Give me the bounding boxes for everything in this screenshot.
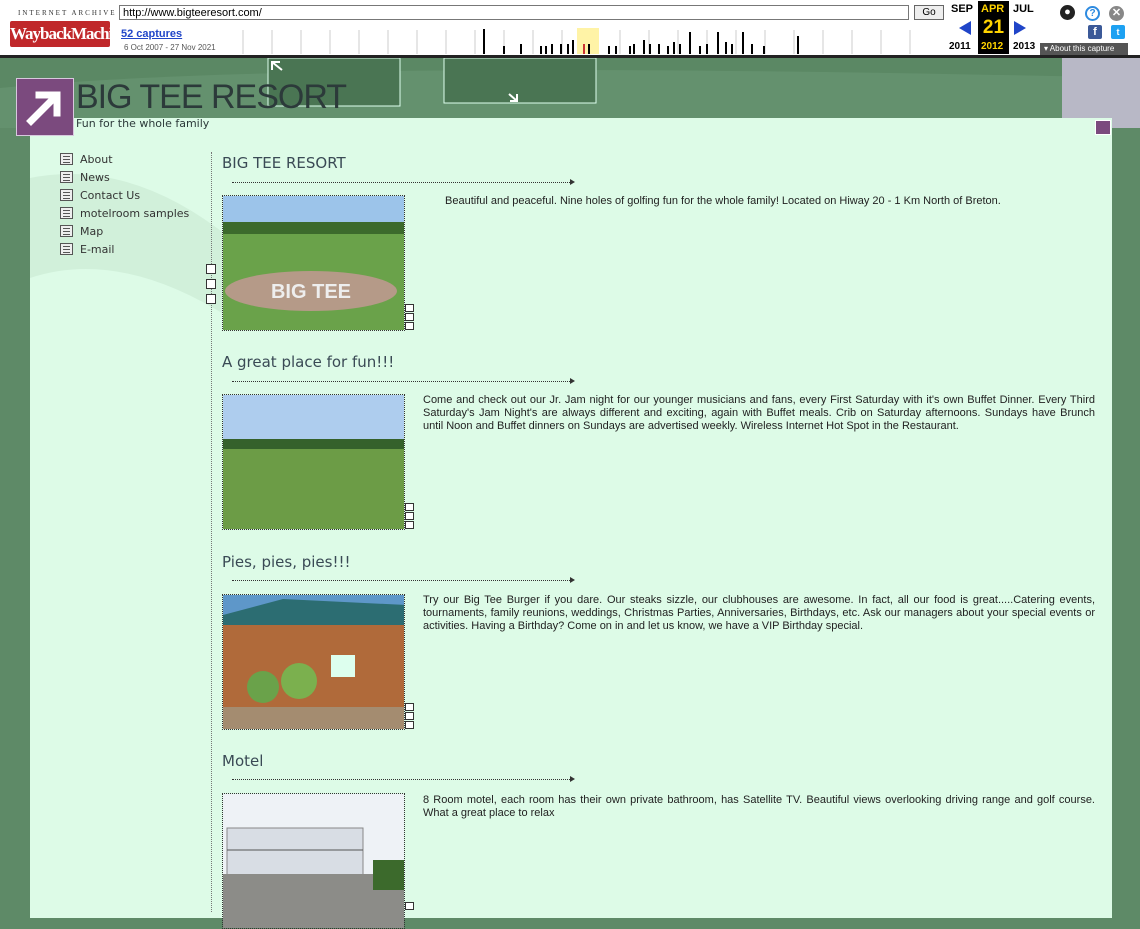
close-small-icon[interactable] (405, 902, 414, 910)
section-divider (232, 577, 575, 583)
nav-item-email[interactable]: E-mail (52, 240, 189, 258)
nav-item-label: Contact Us (80, 188, 141, 202)
section-title: Motel (222, 752, 264, 770)
nav-item-label: About (80, 152, 113, 166)
wayback-next-year[interactable]: 2013 (1013, 41, 1035, 52)
wayback-current-year: 2012 (981, 41, 1004, 52)
section-text: Try our Big Tee Burger if you dare. Our … (423, 594, 1095, 632)
section-text: Beautiful and peaceful. Nine holes of go… (445, 195, 1001, 207)
about-capture-button[interactable]: ▾ About this capture (1040, 43, 1128, 55)
nav-item-contact-us[interactable]: Contact Us (52, 186, 189, 204)
document-icon (60, 225, 73, 237)
wayback-captures-link[interactable]: 52 captures (121, 28, 182, 40)
close-icon[interactable]: ✕ (1109, 6, 1124, 21)
section-text: Come and check out our Jr. Jam night for… (423, 394, 1095, 432)
wayback-toolbar: INTERNET ARCHIVE WaybackMachine http://w… (0, 0, 1140, 58)
nav-item-label: motelroom samples (80, 206, 190, 220)
svg-text:BIG TEE: BIG TEE (271, 281, 351, 303)
sidebar-nav: About News Contact Us motelroom samples … (52, 150, 189, 258)
close-small-icon[interactable] (405, 304, 414, 312)
wayback-next-month[interactable]: JUL (1013, 3, 1034, 15)
grid-small-icon[interactable] (405, 313, 414, 321)
clubhouse-photo (222, 594, 405, 730)
expand-small-icon[interactable] (405, 721, 414, 729)
document-icon (60, 153, 73, 165)
nav-tools (206, 264, 216, 304)
section-text: 8 Room motel, each room has their own pr… (423, 794, 1095, 819)
nav-item-label: News (80, 170, 110, 184)
user-account-icon[interactable]: ● (1060, 5, 1075, 20)
expand-small-icon[interactable] (405, 322, 414, 330)
chevron-down-icon: ▾ (1044, 44, 1049, 53)
wayback-current-month: APR (981, 3, 1005, 15)
section-title: Pies, pies, pies!!! (222, 553, 351, 571)
nav-item-news[interactable]: News (52, 168, 189, 186)
wayback-capture-range: 6 Oct 2007 - 27 Nov 2021 (124, 43, 216, 52)
wayback-logo-main: WaybackMachine (10, 21, 128, 47)
grid-small-icon[interactable] (405, 512, 414, 520)
nav-item-label: Map (80, 224, 104, 238)
about-capture-label: About this capture (1049, 44, 1115, 53)
nav-item-map[interactable]: Map (52, 222, 189, 240)
wayback-current-day: 21 (982, 17, 1005, 38)
driving-range-photo (222, 394, 405, 530)
site-title: BIG TEE RESORT (76, 78, 347, 116)
section-divider (232, 378, 575, 384)
document-icon (60, 243, 73, 255)
wayback-url-input[interactable]: http://www.bigteeresort.com/ (119, 5, 909, 20)
grid-icon[interactable] (206, 279, 216, 289)
expand-small-icon[interactable] (405, 521, 414, 529)
wayback-next-arrow-icon[interactable] (1014, 21, 1026, 35)
list-icon[interactable] (206, 294, 216, 304)
wayback-go-button[interactable]: Go (914, 5, 944, 20)
document-icon (60, 171, 73, 183)
wayback-logo-top: INTERNET ARCHIVE (18, 9, 117, 17)
grid-small-icon[interactable] (405, 712, 414, 720)
expand-icon[interactable] (206, 264, 216, 274)
wayback-prev-arrow-icon[interactable] (959, 21, 971, 35)
motel-photo (222, 793, 405, 929)
wayback-current-date: APR 21 2012 (978, 1, 1009, 54)
section-title: A great place for fun!!! (222, 353, 395, 371)
document-icon (60, 189, 73, 201)
section-divider (232, 776, 575, 782)
close-small-icon[interactable] (405, 703, 414, 711)
nav-item-label: E-mail (80, 242, 115, 256)
wayback-logo[interactable]: INTERNET ARCHIVE WaybackMachine (8, 4, 128, 48)
wayback-prev-year[interactable]: 2011 (949, 41, 971, 52)
section-title: BIG TEE RESORT (222, 154, 346, 172)
section-divider (232, 179, 575, 185)
document-icon (60, 207, 73, 219)
nav-item-motelroom-samples[interactable]: motelroom samples (52, 204, 189, 222)
golf-course-sign-photo: BIG TEE (222, 195, 405, 331)
twitter-icon[interactable]: t (1111, 25, 1125, 39)
facebook-icon[interactable]: f (1088, 25, 1102, 39)
wayback-capture-sparkline[interactable] (216, 26, 940, 54)
wayback-prev-month[interactable]: SEP (951, 3, 973, 15)
close-small-icon[interactable] (405, 503, 414, 511)
help-icon[interactable]: ? (1085, 6, 1100, 21)
nav-item-about[interactable]: About (52, 150, 189, 168)
back-arrow-icon[interactable] (1095, 120, 1111, 135)
